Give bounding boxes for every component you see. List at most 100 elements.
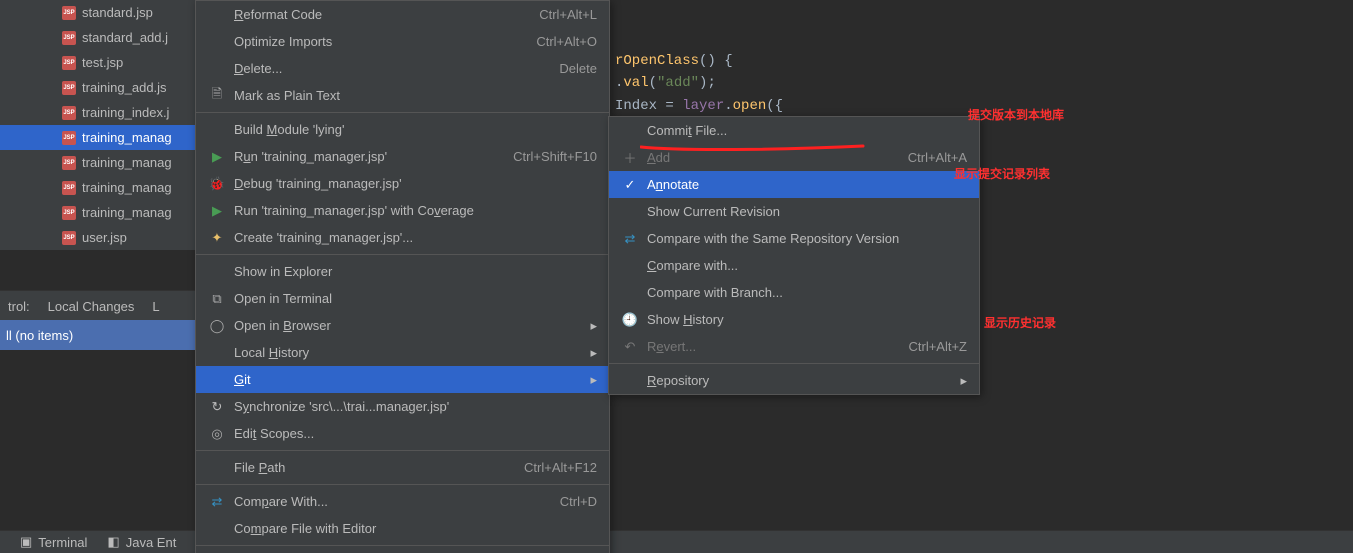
tree-file-4[interactable]: JSPtraining_index.j [0,100,195,125]
menu-item-label: Local History [234,345,582,360]
menu-item-13[interactable]: ◯Open in Browser▸ [196,312,609,339]
annotation-log: 显示提交记录列表 [954,165,1050,182]
tree-file-9[interactable]: JSPuser.jsp [0,225,195,250]
vcs-changelist-empty[interactable]: ll (no items) [0,320,201,350]
menu-item-7[interactable]: 🕘Show History [609,306,979,333]
terminal-tool-button[interactable]: ▣ Terminal [20,534,87,550]
annotation-commit: 提交版本到本地库 [968,106,1064,123]
menu-item-3[interactable]: Show Current Revision [609,198,979,225]
menu-item-label: Commit File... [647,123,967,138]
jsp-file-icon: JSP [62,6,76,20]
menu-item-9[interactable]: ✦Create 'training_manager.jsp'... [196,224,609,251]
jsp-file-icon: JSP [62,231,76,245]
menu-item-14[interactable]: Local History▸ [196,339,609,366]
tree-file-label: training_index.j [82,105,169,120]
menu-item-label: Mark as Plain Text [234,88,597,103]
menu-item-label: Open in Terminal [234,291,597,306]
menu-item-5[interactable]: Build Module 'lying' [196,116,609,143]
menu-item-11[interactable]: Show in Explorer [196,258,609,285]
code-token: ({ [766,98,783,114]
java-ee-tool-button[interactable]: ◧ Java Ent [107,534,176,550]
tree-file-6[interactable]: JSP training_manag [0,150,195,175]
chevron-right-icon: ▸ [960,373,967,389]
menu-item-19[interactable]: File Path Ctrl+Alt+F12 [196,454,609,481]
java-ee-label: Java Ent [126,535,177,550]
project-tree[interactable]: JSP standard.jsp JSPstandard_add.jJSPtest.… [0,0,195,250]
menu-item-6[interactable]: Compare with Branch... [609,279,979,306]
menu-item-12[interactable]: ⧉Open in Terminal [196,285,609,312]
tree-file-7[interactable]: JSPtraining_manag [0,175,195,200]
menu-item-label: Git [234,372,582,387]
tree-file-8[interactable]: JSP training_manag [0,200,195,225]
menu-item-3[interactable]: 🗎Mark as Plain Text [196,82,609,109]
menu-item-2[interactable]: ✓Annotate [609,171,979,198]
vcs-label: trol: [8,299,30,314]
context-menu[interactable]: Reformat CodeCtrl+Alt+LOptimize ImportsC… [195,0,610,553]
version-control-toolbar[interactable]: trol: Local Changes L [0,290,203,321]
menu-shortcut: Ctrl+Alt+Z [908,339,967,354]
menu-item-label: Debug 'training_manager.jsp' [234,176,597,191]
tree-file-1[interactable]: JSPstandard_add.j [0,25,195,50]
menu-item-4[interactable]: ⇄Compare with the Same Repository Versio… [609,225,979,252]
menu-shortcut: Ctrl+Alt+L [539,7,597,22]
jsp-file-icon: JSP [62,81,76,95]
code-token: ( [649,75,657,91]
tree-file-label: training_manag [82,205,172,220]
menu-item-label: Delete... [234,61,539,76]
menu-shortcut: Ctrl+Shift+F10 [513,149,597,164]
check-icon: ✓ [621,177,639,193]
menu-separator [196,112,609,113]
terminal-label: Terminal [38,535,87,550]
menu-item-8: ↶Revert...Ctrl+Alt+Z [609,333,979,360]
menu-shortcut: Delete [559,61,597,76]
menu-item-1[interactable]: Optimize ImportsCtrl+Alt+O [196,28,609,55]
menu-separator [196,484,609,485]
jsp-file-icon: JSP [62,131,76,145]
menu-item-label: Open in Browser [234,318,582,333]
menu-item-7[interactable]: 🐞Debug 'training_manager.jsp' [196,170,609,197]
vcs-empty-text: ll (no items) [6,328,73,343]
menu-item-8[interactable]: ▶Run 'training_manager.jsp' with Coverag… [196,197,609,224]
menu-item-0[interactable]: Reformat CodeCtrl+Alt+L [196,1,609,28]
jsp-file-icon: JSP [62,156,76,170]
jsp-file-icon: JSP [62,206,76,220]
menu-item-15[interactable]: Git▸ [196,366,609,393]
menu-item-label: Revert... [647,339,888,354]
tree-file-label: standard.jsp [82,5,153,20]
code-token: "add" [657,75,699,91]
menu-item-17[interactable]: ◎Edit Scopes... [196,420,609,447]
globe-icon: ◯ [208,318,226,334]
tree-file-label: training_manag [82,155,172,170]
plus-icon: ＋ [621,148,639,167]
menu-shortcut: Ctrl+Alt+O [536,34,597,49]
tree-file-2[interactable]: JSPtest.jsp [0,50,195,75]
menu-item-label: File Path [234,460,504,475]
menu-item-16[interactable]: ↻Synchronize 'src\...\trai...manager.jsp… [196,393,609,420]
menu-item-22[interactable]: Compare File with Editor [196,515,609,542]
tree-file-0[interactable]: JSP standard.jsp [0,0,195,25]
vcs-tab-log[interactable]: L [152,299,159,314]
menu-item-label: Show Current Revision [647,204,967,219]
menu-item-5[interactable]: Compare with... [609,252,979,279]
menu-item-label: Compare with... [647,258,967,273]
git-submenu[interactable]: Commit File...＋AddCtrl+Alt+A✓AnnotateSho… [608,116,980,395]
menu-item-label: Repository [647,373,952,388]
vcs-tab-local-changes[interactable]: Local Changes [48,299,135,314]
menu-item-6[interactable]: ▶Run 'training_manager.jsp'Ctrl+Shift+F1… [196,143,609,170]
annotation-underline [640,141,865,151]
menu-separator [196,450,609,451]
menu-item-0[interactable]: Commit File... [609,117,979,144]
tree-file-label: training_manag [82,130,172,145]
menu-item-21[interactable]: ⇄Compare With...Ctrl+D [196,488,609,515]
menu-item-10[interactable]: Repository ▸ [609,367,979,394]
menu-separator [196,545,609,546]
code-token: open [733,98,767,114]
menu-item-label: Synchronize 'src\...\trai...manager.jsp' [234,399,597,414]
menu-item-label: Show History [647,312,967,327]
scopes-icon: ◎ [208,426,226,442]
menu-item-24[interactable]: ◉Create Gist... [196,549,609,553]
menu-shortcut: Ctrl+Alt+F12 [524,460,597,475]
tree-file-3[interactable]: JSPtraining_add.js [0,75,195,100]
menu-item-2[interactable]: Delete... Delete [196,55,609,82]
tree-file-5[interactable]: JSP training_manag [0,125,195,150]
